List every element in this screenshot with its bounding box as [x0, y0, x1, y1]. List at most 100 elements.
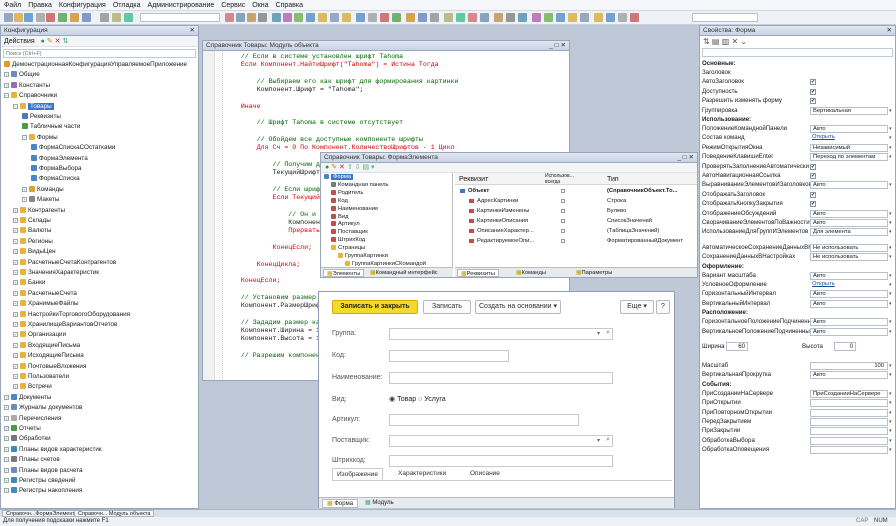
toolbar-icon[interactable]	[318, 13, 327, 22]
property-value[interactable]	[810, 436, 888, 445]
form-element-item[interactable]: Код	[321, 197, 452, 205]
toolbar-dropdown[interactable]	[692, 13, 758, 22]
dropdown-icon[interactable]: ▾	[889, 253, 893, 261]
menu-item[interactable]: Сервис	[221, 2, 245, 9]
expand-icon[interactable]: +	[4, 446, 9, 452]
property-value[interactable]: Авто	[810, 209, 888, 218]
save-and-close-button[interactable]: Записать и закрыть	[332, 300, 418, 314]
property-value[interactable]: Авто	[810, 219, 888, 227]
expand-icon[interactable]: −	[4, 93, 9, 99]
config-tree-item[interactable]: + НастройкиТорговогоОборудования	[1, 310, 198, 320]
form-element-item[interactable]: Командная панель	[321, 181, 452, 189]
form-element-item[interactable]: Страницы	[321, 244, 452, 252]
property-value[interactable]: Переход по элементам	[810, 153, 888, 162]
toolbar-icon[interactable]	[518, 13, 527, 22]
toolbar-icon[interactable]	[24, 13, 33, 22]
expand-icon[interactable]: +	[13, 374, 18, 379]
attribute-row[interactable]: КартинкиОписания СписокЗначений	[455, 216, 697, 226]
dropdown-icon[interactable]: ▾	[889, 446, 893, 454]
edit-icon[interactable]: ✎	[47, 38, 53, 45]
toolbar-icon[interactable]	[468, 13, 477, 22]
expand-icon[interactable]: +	[13, 280, 18, 286]
toolbar-icon[interactable]	[618, 13, 627, 22]
config-tree-item[interactable]: + Контрагенты	[1, 206, 198, 216]
property-checkbox[interactable]: ✔	[810, 201, 816, 208]
dropdown-icon[interactable]: ▾	[889, 409, 893, 417]
save-button[interactable]: Записать	[423, 300, 471, 314]
property-row[interactable]: Ширина 60 Высота 0	[702, 342, 893, 352]
expand-icon[interactable]: +	[4, 405, 9, 411]
dropdown-icon[interactable]: ▾	[889, 210, 893, 218]
attr-checkbox[interactable]	[561, 189, 565, 193]
dropdown-icon[interactable]: ▾	[597, 330, 600, 337]
property-value[interactable]: Не использовать	[810, 253, 888, 262]
config-tree-item[interactable]: + ВидыЦен	[1, 247, 198, 257]
toolbar-icon[interactable]	[480, 13, 489, 22]
attr-checkbox[interactable]	[561, 199, 565, 203]
config-tree-item[interactable]: − Справочники	[1, 91, 198, 101]
toolbar-icon[interactable]	[630, 13, 639, 22]
config-tree-item[interactable]: − Товары	[1, 102, 198, 112]
property-value[interactable]: Авто	[810, 327, 888, 336]
menu-item[interactable]: Справка	[276, 2, 303, 9]
properties-toolbar[interactable]: ⇅ ▤ ▥ ✕ ⌄	[703, 37, 747, 47]
expand-icon[interactable]: +	[13, 384, 18, 390]
config-tree-item[interactable]: + Макеты	[1, 195, 198, 205]
attribute-row[interactable]: АдресКартинки Строка	[455, 196, 697, 206]
toolbar-icon[interactable]	[456, 13, 465, 22]
config-tree-item[interactable]: ФормаСписка	[1, 174, 198, 184]
toolbar-icon[interactable]	[532, 13, 541, 22]
toolbar-icon[interactable]	[506, 13, 515, 22]
form-element-item[interactable]: Вид	[321, 213, 452, 221]
properties-search[interactable]	[702, 48, 893, 57]
expand-icon[interactable]: +	[4, 478, 9, 483]
expand-icon[interactable]: +	[22, 186, 27, 192]
property-value[interactable]	[810, 446, 888, 455]
config-tree-item[interactable]: + Валюты	[1, 226, 198, 236]
expand-icon[interactable]: +	[13, 342, 18, 348]
toolbar-icon[interactable]	[380, 13, 389, 22]
menu-item[interactable]: Файл	[4, 2, 21, 9]
close-icon[interactable]: ✕	[190, 26, 195, 36]
property-value[interactable]: Авто	[810, 271, 888, 280]
config-tree-item[interactable]: + Пользователи	[1, 372, 198, 382]
dropdown-icon[interactable]: ▾	[889, 153, 893, 161]
form-element-item[interactable]: ШтрихКод	[321, 236, 452, 244]
dropdown-icon[interactable]: ▾	[597, 437, 600, 444]
config-tree-item[interactable]: + Общие	[1, 70, 198, 80]
delete-icon[interactable]: ✕	[55, 38, 61, 45]
toolbar-icon[interactable]	[406, 13, 415, 22]
config-tree-item[interactable]: ФормаЭлемента	[1, 154, 198, 164]
config-tree-item[interactable]: + Отчеты	[1, 424, 198, 434]
property-value[interactable]: Авто	[810, 290, 888, 299]
config-tree-item[interactable]: + Банки	[1, 278, 198, 288]
property-row[interactable]: ОбработкаОповещения ▾	[702, 445, 893, 455]
property-value[interactable]: Вертикальная	[810, 106, 888, 115]
form-element-item[interactable]: Поставщик	[321, 228, 452, 236]
toolbar-icon[interactable]	[70, 13, 79, 22]
property-checkbox[interactable]: ✔	[810, 191, 816, 198]
dropdown-icon[interactable]: ▾	[889, 144, 893, 152]
attribute-row[interactable]: КартинкиИзменены Булево	[455, 206, 697, 216]
toolbar-icon[interactable]	[100, 13, 109, 22]
dropdown-icon[interactable]: ▾	[889, 418, 893, 426]
add-icon[interactable]: ●	[41, 38, 45, 45]
property-value[interactable]: Открыть	[810, 281, 888, 289]
expand-icon[interactable]: +	[13, 207, 18, 213]
config-tree-item[interactable]: + ИсходящиеПисьма	[1, 351, 198, 361]
dropdown-icon[interactable]: ▾	[889, 371, 893, 379]
tab-characteristics[interactable]: Характеристики	[394, 468, 450, 480]
property-value[interactable]: Авто	[810, 125, 888, 133]
config-tree-item[interactable]: + Константы	[1, 81, 198, 91]
tab-module[interactable]: ▦ Модуль	[361, 499, 398, 508]
expand-icon[interactable]: +	[4, 457, 9, 463]
toolbar-icon[interactable]	[368, 13, 377, 22]
expand-icon[interactable]: +	[4, 82, 9, 88]
config-tree-item[interactable]: + Склады	[1, 216, 198, 226]
toolbar-icon[interactable]	[124, 13, 133, 22]
toolbar-icon[interactable]	[58, 13, 67, 22]
config-tree-item[interactable]: ФормаВыбора	[1, 164, 198, 174]
config-tree-item[interactable]: + ВходящиеПисьма	[1, 341, 198, 351]
expand-icon[interactable]: +	[13, 249, 18, 255]
property-value[interactable]	[810, 408, 888, 417]
